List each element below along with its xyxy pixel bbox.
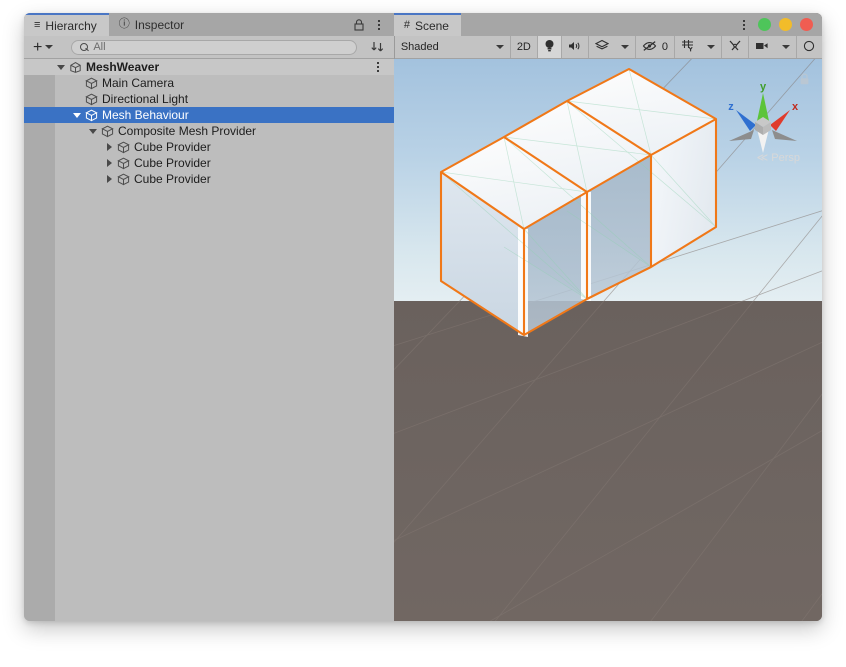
search-placeholder: All [93,41,106,53]
svg-text:z: z [728,101,734,113]
gameobject-icon [99,125,115,138]
lightbulb-icon [544,39,555,56]
eye-off-icon [642,40,658,55]
hierarchy-item-cube-provider[interactable]: Cube Provider [24,139,394,155]
hierarchy-item-cube-provider[interactable]: Cube Provider [24,171,394,187]
info-icon: ⓘ [118,18,130,30]
hierarchy-tabstrip-actions [353,13,394,36]
projection-name: Persp [771,152,800,164]
toggle-lighting-button[interactable] [537,36,562,58]
tools-icon [728,39,742,55]
hierarchy-more-menu-icon[interactable] [373,18,385,32]
hierarchy-tree-area: MeshWeaver Main Camera Directional Light Me… [24,59,394,621]
gameobject-icon [83,77,99,90]
add-gameobject-label: + [33,38,43,56]
camera-icon [755,40,770,54]
hidden-objects-button[interactable]: 0 [636,36,675,58]
hierarchy-item-meshweaver[interactable]: MeshWeaver [24,59,394,75]
hierarchy-tree: MeshWeaver Main Camera Directional Light Me… [24,59,394,187]
chevron-down-icon [782,45,790,49]
scene-toolbar-overflow[interactable] [797,36,822,58]
projection-prefix: ≪ [756,152,769,164]
chevron-down-icon [495,45,504,49]
tab-inspector-label: Inspector [134,17,185,32]
list-icon: ≡ [34,19,41,31]
chevron-down-icon[interactable] [55,64,67,70]
tab-scene-label: Scene [414,18,449,33]
scene-tabstrip: # Scene [393,13,822,36]
scene-toolbar: Shaded 2D 0 [393,36,822,59]
hierarchy-item-label: Composite Mesh Provider [118,124,257,138]
scene-effects-dropdown[interactable] [615,36,636,58]
grid-visibility-button[interactable] [675,36,701,58]
chevron-down-icon[interactable] [87,128,99,134]
chevron-right-icon[interactable] [103,143,115,151]
tab-hierarchy-label: Hierarchy [45,18,97,33]
hierarchy-item-label: Main Camera [102,76,175,90]
gameobject-icon [83,93,99,106]
hierarchy-item-label: Directional Light [102,92,189,106]
window-close-button[interactable] [800,18,813,31]
projection-mode-label[interactable]: ≪ Persp [757,151,800,164]
hierarchy-item-composite-mesh-provider[interactable]: Composite Mesh Provider [24,123,394,139]
scene-camera-dropdown[interactable] [776,36,797,58]
tab-inspector[interactable]: ⓘ Inspector [109,13,196,36]
unity-scene-icon [67,61,83,74]
svg-text:x: x [792,101,799,113]
add-gameobject-button[interactable]: + [31,38,55,56]
tab-scene[interactable]: # Scene [393,13,461,36]
hierarchy-tabstrip: ≡ Hierarchy ⓘ Inspector [24,13,394,36]
hierarchy-item-label: Mesh Behaviour [102,108,189,122]
unity-editor-window: ≡ Hierarchy ⓘ Inspector + All MeshWeaver… [24,13,822,621]
search-icon [80,42,89,52]
fx-layers-icon [594,39,610,55]
search-input[interactable]: All [71,39,357,55]
hierarchy-item-label: MeshWeaver [86,60,160,74]
toggle-2d-button[interactable]: 2D [511,36,538,58]
gameobject-icon [115,141,131,154]
grid-y-icon [681,39,695,55]
chevron-down-icon[interactable] [71,112,83,118]
tab-hierarchy[interactable]: ≡ Hierarchy [24,13,109,36]
scene-camera-button[interactable] [749,36,776,58]
window-controls [738,13,822,36]
hierarchy-item-label: Cube Provider [134,140,211,154]
hierarchy-item-main-camera[interactable]: Main Camera [24,75,394,91]
window-maximize-button[interactable] [779,18,792,31]
hierarchy-item-directional-light[interactable]: Directional Light [24,91,394,107]
scene-context-menu-icon[interactable] [372,60,384,74]
gameobject-icon [115,173,131,186]
gizmos-tools-button[interactable] [722,36,749,58]
hidden-objects-count: 0 [661,41,668,53]
hash-icon: # [403,19,410,31]
draw-mode-dropdown[interactable]: Shaded [394,36,511,58]
sort-button[interactable] [369,39,387,56]
draw-mode-label: Shaded [400,41,439,53]
scene-viewport[interactable]: y x z ≪ Persp [393,59,822,621]
toggle-2d-label: 2D [516,41,531,53]
chevron-down-icon [45,45,54,49]
hierarchy-item-label: Cube Provider [134,172,211,186]
lock-icon[interactable] [353,18,365,32]
chevron-right-icon[interactable] [103,175,115,183]
hierarchy-panel: ≡ Hierarchy ⓘ Inspector + All MeshWeaver… [24,13,394,621]
scene-panel: # Scene Shaded 2D 0 y x z ≪ Persp [393,13,822,621]
chevron-down-icon [620,45,629,49]
hierarchy-item-cube-provider[interactable]: Cube Provider [24,155,394,171]
hierarchy-item-mesh-behaviour[interactable]: Mesh Behaviour [24,107,394,123]
chevron-right-icon[interactable] [103,159,115,167]
grid-dropdown[interactable] [701,36,722,58]
gameobject-icon [115,157,131,170]
scene-effects-button[interactable] [589,36,615,58]
window-minimize-button[interactable] [758,18,771,31]
svg-text:y: y [760,81,767,93]
gameobject-icon [83,109,99,122]
chevron-down-icon [707,45,715,49]
hierarchy-toolbar: + All [24,36,394,59]
scene-more-menu-icon[interactable] [738,18,750,32]
gizmos-toggle-partial-icon [803,40,816,55]
speaker-icon [568,40,582,55]
toggle-audio-button[interactable] [562,36,589,58]
hierarchy-item-label: Cube Provider [134,156,211,170]
